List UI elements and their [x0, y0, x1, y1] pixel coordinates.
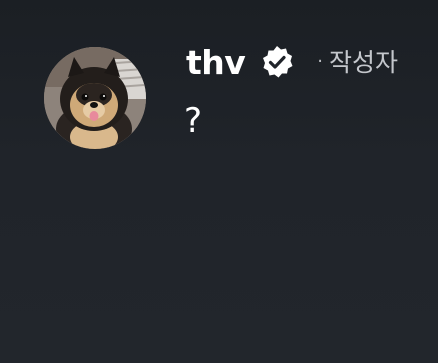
- comment: thv · 작성자 ?: [0, 0, 438, 363]
- comment-text: ?: [184, 101, 203, 141]
- verified-badge-icon: [259, 44, 295, 80]
- dog-avatar-icon: [44, 47, 146, 149]
- author-avatar[interactable]: [44, 47, 146, 149]
- author-row: thv · 작성자: [186, 36, 398, 88]
- author-name[interactable]: thv: [186, 46, 246, 79]
- separator-dot: ·: [317, 51, 324, 72]
- author-tag: 작성자: [329, 47, 399, 77]
